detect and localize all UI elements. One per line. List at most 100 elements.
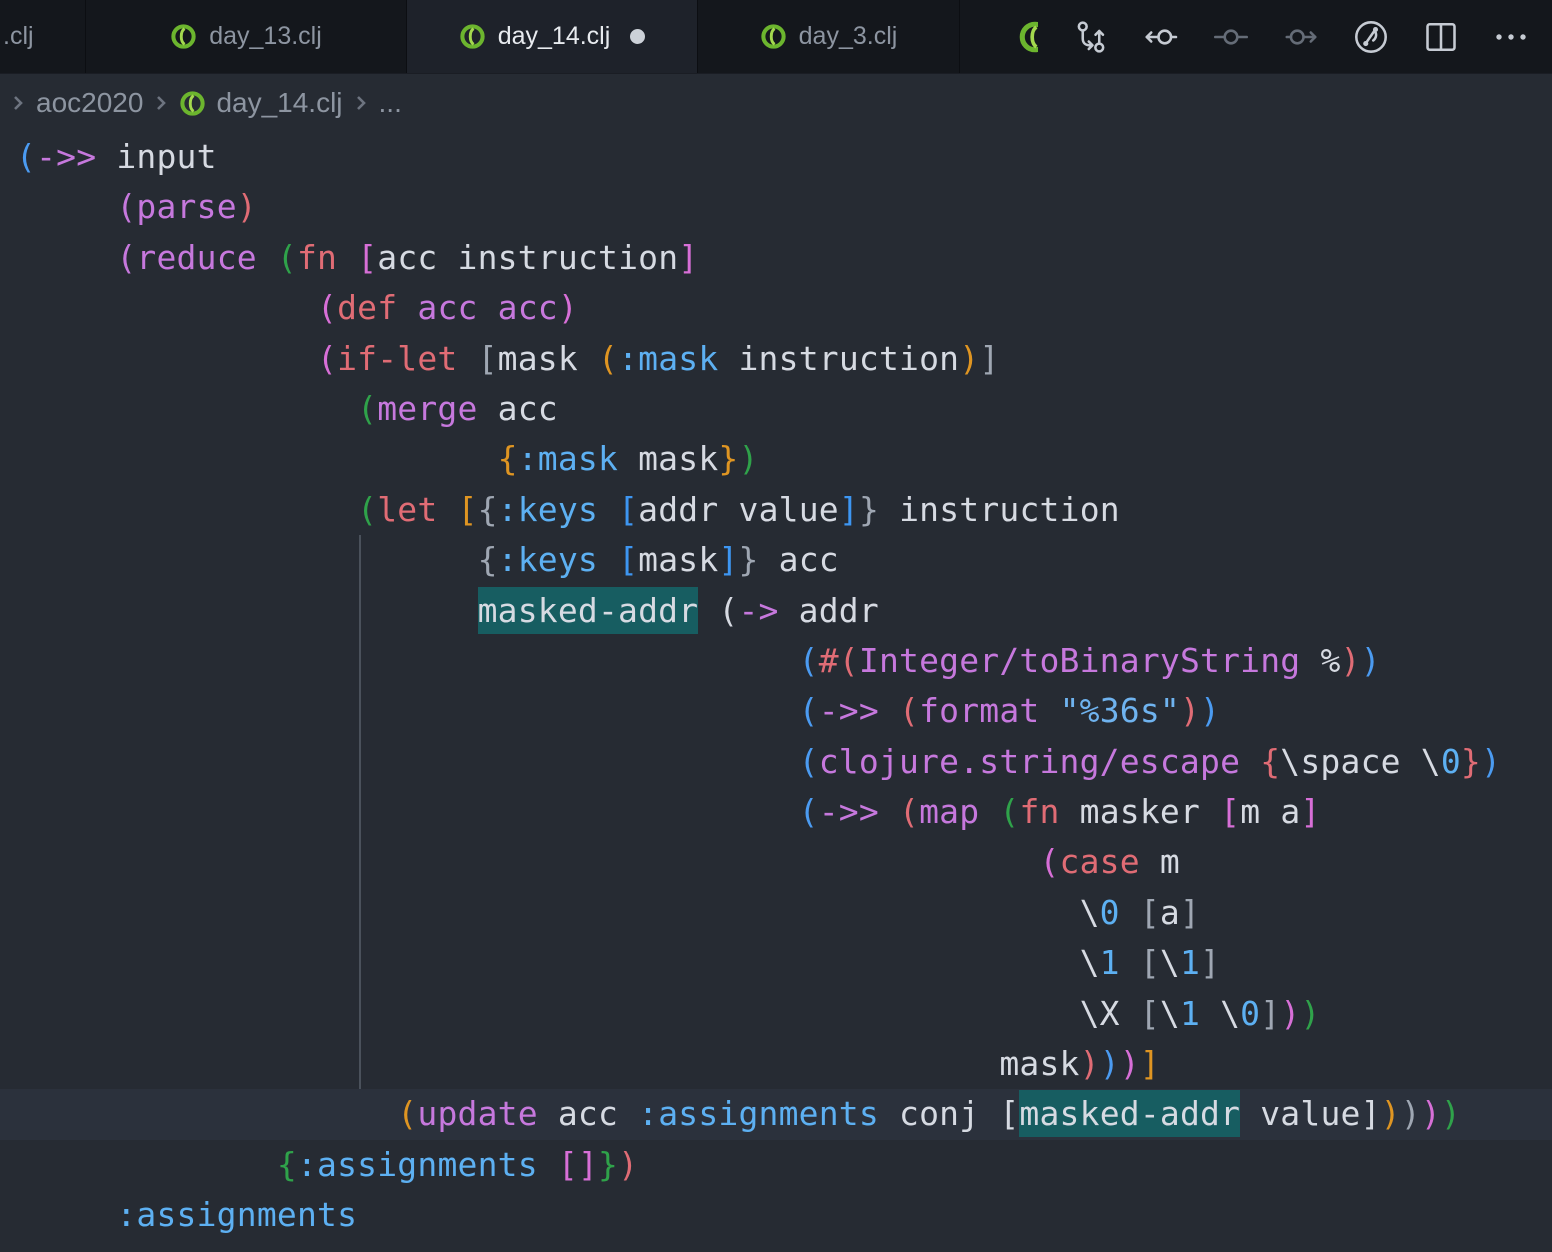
code-token: [879, 792, 899, 831]
code-token: [: [1140, 943, 1160, 982]
circle-dash-icon-button[interactable]: [1196, 5, 1266, 69]
code-token: ]: [1300, 792, 1320, 831]
code-token: value: [1240, 1094, 1360, 1133]
arrow-left-circle-icon-button[interactable]: [1126, 5, 1196, 69]
circle-arrow-right-icon-button[interactable]: [1266, 5, 1336, 69]
code-token: \: [1200, 994, 1240, 1033]
code-token: [979, 792, 999, 831]
code-token: format: [919, 691, 1039, 730]
code-token: [598, 540, 618, 579]
split-editor-icon: [1420, 16, 1462, 58]
code-token: ]: [678, 238, 698, 277]
code-token: (: [799, 792, 819, 831]
code-line[interactable]: (reduce (fn [acc instruction]: [0, 233, 1552, 283]
chevron-right-icon: [10, 91, 26, 115]
code-token: ): [959, 339, 979, 378]
code-line[interactable]: (case m: [0, 837, 1552, 887]
code-token: {: [498, 439, 518, 478]
code-token: acc: [759, 540, 839, 579]
code-token: [: [478, 339, 498, 378]
code-token: mask: [498, 339, 598, 378]
code-token: acc instruction: [377, 238, 678, 277]
breadcrumb-symbol[interactable]: ...: [379, 87, 402, 119]
code-token: :keys: [498, 490, 598, 529]
code-token: [: [1220, 792, 1240, 831]
breadcrumb-folder[interactable]: aoc2020: [36, 87, 143, 119]
code-token: ]: [538, 1246, 558, 1252]
code-line[interactable]: mask)))]: [0, 1039, 1552, 1089]
code-line[interactable]: \X [\1 \0])): [0, 989, 1552, 1039]
code-line[interactable]: (clojure.string/escape {\space \0}): [0, 737, 1552, 787]
tab-day13[interactable]: day_13.clj: [86, 0, 407, 73]
tab-stub[interactable]: .clj: [0, 0, 86, 73]
code-token: (: [839, 641, 859, 680]
code-line[interactable]: (#(Integer/toBinaryString %)): [0, 636, 1552, 686]
split-editor-icon-button[interactable]: [1406, 5, 1476, 69]
code-token: 0: [1100, 893, 1120, 932]
code-token: case: [1060, 842, 1140, 881]
code-token: ): [1280, 994, 1300, 1033]
code-token: [1240, 742, 1260, 781]
code-editor[interactable]: (->> input (parse) (reduce (fn [acc inst…: [0, 132, 1552, 1252]
code-token: [: [999, 1094, 1019, 1133]
run-circle-icon-button[interactable]: [1336, 5, 1406, 69]
code-token: ): [1180, 691, 1200, 730]
code-line[interactable]: (->> (map (fn masker [m a]: [0, 787, 1552, 837]
code-token: [: [317, 1246, 337, 1252]
code-token: (: [317, 288, 337, 327]
code-line[interactable]: {:mask mask}): [0, 434, 1552, 484]
more-actions-icon-button[interactable]: [1476, 5, 1546, 69]
code-token: \X: [1080, 994, 1140, 1033]
code-token: (: [799, 691, 819, 730]
code-token: m a: [1240, 792, 1300, 831]
code-line[interactable]: (->> (format "%36s")): [0, 686, 1552, 736]
circle-arrow-right-icon: [1280, 16, 1322, 58]
compare-arrows-icon-button[interactable]: [1056, 5, 1126, 69]
code-token: :assignments: [297, 1145, 538, 1184]
code-line[interactable]: (if-let [mask (:mask instruction)]: [0, 334, 1552, 384]
code-token: (: [116, 1246, 136, 1252]
code-token: ->>: [819, 691, 879, 730]
tab-label: day_14.clj: [498, 22, 611, 51]
code-line[interactable]: (map (fn [[addr value]]: [0, 1241, 1552, 1252]
code-token: ]: [979, 339, 999, 378]
code-token: reduce: [136, 238, 256, 277]
code-line[interactable]: \0 [a]: [0, 888, 1552, 938]
arrow-left-circle-icon: [1140, 16, 1182, 58]
code-token: ]: [558, 1246, 578, 1252]
code-token: ): [1341, 641, 1361, 680]
tab-day3[interactable]: day_3.clj: [698, 0, 960, 73]
code-token: map: [136, 1246, 196, 1252]
code-token: ): [738, 439, 758, 478]
code-line[interactable]: {:keys [mask]} acc: [0, 535, 1552, 585]
tab-day14[interactable]: day_14.clj: [407, 0, 698, 73]
code-token: [197, 1246, 217, 1252]
code-area: (->> input (parse) (reduce (fn [acc inst…: [0, 132, 1552, 1252]
modified-dot-icon[interactable]: [630, 29, 645, 44]
code-token: [698, 591, 718, 630]
code-token: [598, 490, 618, 529]
code-token: 0: [1441, 742, 1461, 781]
code-token: acc: [478, 389, 558, 428]
code-line[interactable]: (update acc :assignments conj [masked-ad…: [0, 1089, 1552, 1139]
run-circle-icon: [1350, 16, 1392, 58]
code-line[interactable]: (->> input: [0, 132, 1552, 182]
code-line[interactable]: {:assignments []}): [0, 1140, 1552, 1190]
code-token: [257, 238, 277, 277]
code-line[interactable]: (def acc acc): [0, 283, 1552, 333]
code-token: mask: [999, 1044, 1079, 1083]
code-token: (: [116, 238, 136, 277]
code-line[interactable]: \1 [\1]: [0, 938, 1552, 988]
code-line[interactable]: masked-addr (-> addr: [0, 586, 1552, 636]
code-token: fn: [237, 1246, 277, 1252]
code-line[interactable]: (merge acc: [0, 384, 1552, 434]
code-token: [: [1140, 893, 1160, 932]
code-token: \: [1160, 943, 1180, 982]
code-line[interactable]: :assignments: [0, 1190, 1552, 1240]
breadcrumb-file[interactable]: day_14.clj: [216, 87, 342, 119]
occurrence-highlight: masked-addr: [478, 587, 699, 634]
code-token: [: [297, 1246, 317, 1252]
clojure-icon: [760, 23, 787, 50]
code-line[interactable]: (parse): [0, 182, 1552, 232]
code-line[interactable]: (let [{:keys [addr value]} instruction: [0, 485, 1552, 535]
